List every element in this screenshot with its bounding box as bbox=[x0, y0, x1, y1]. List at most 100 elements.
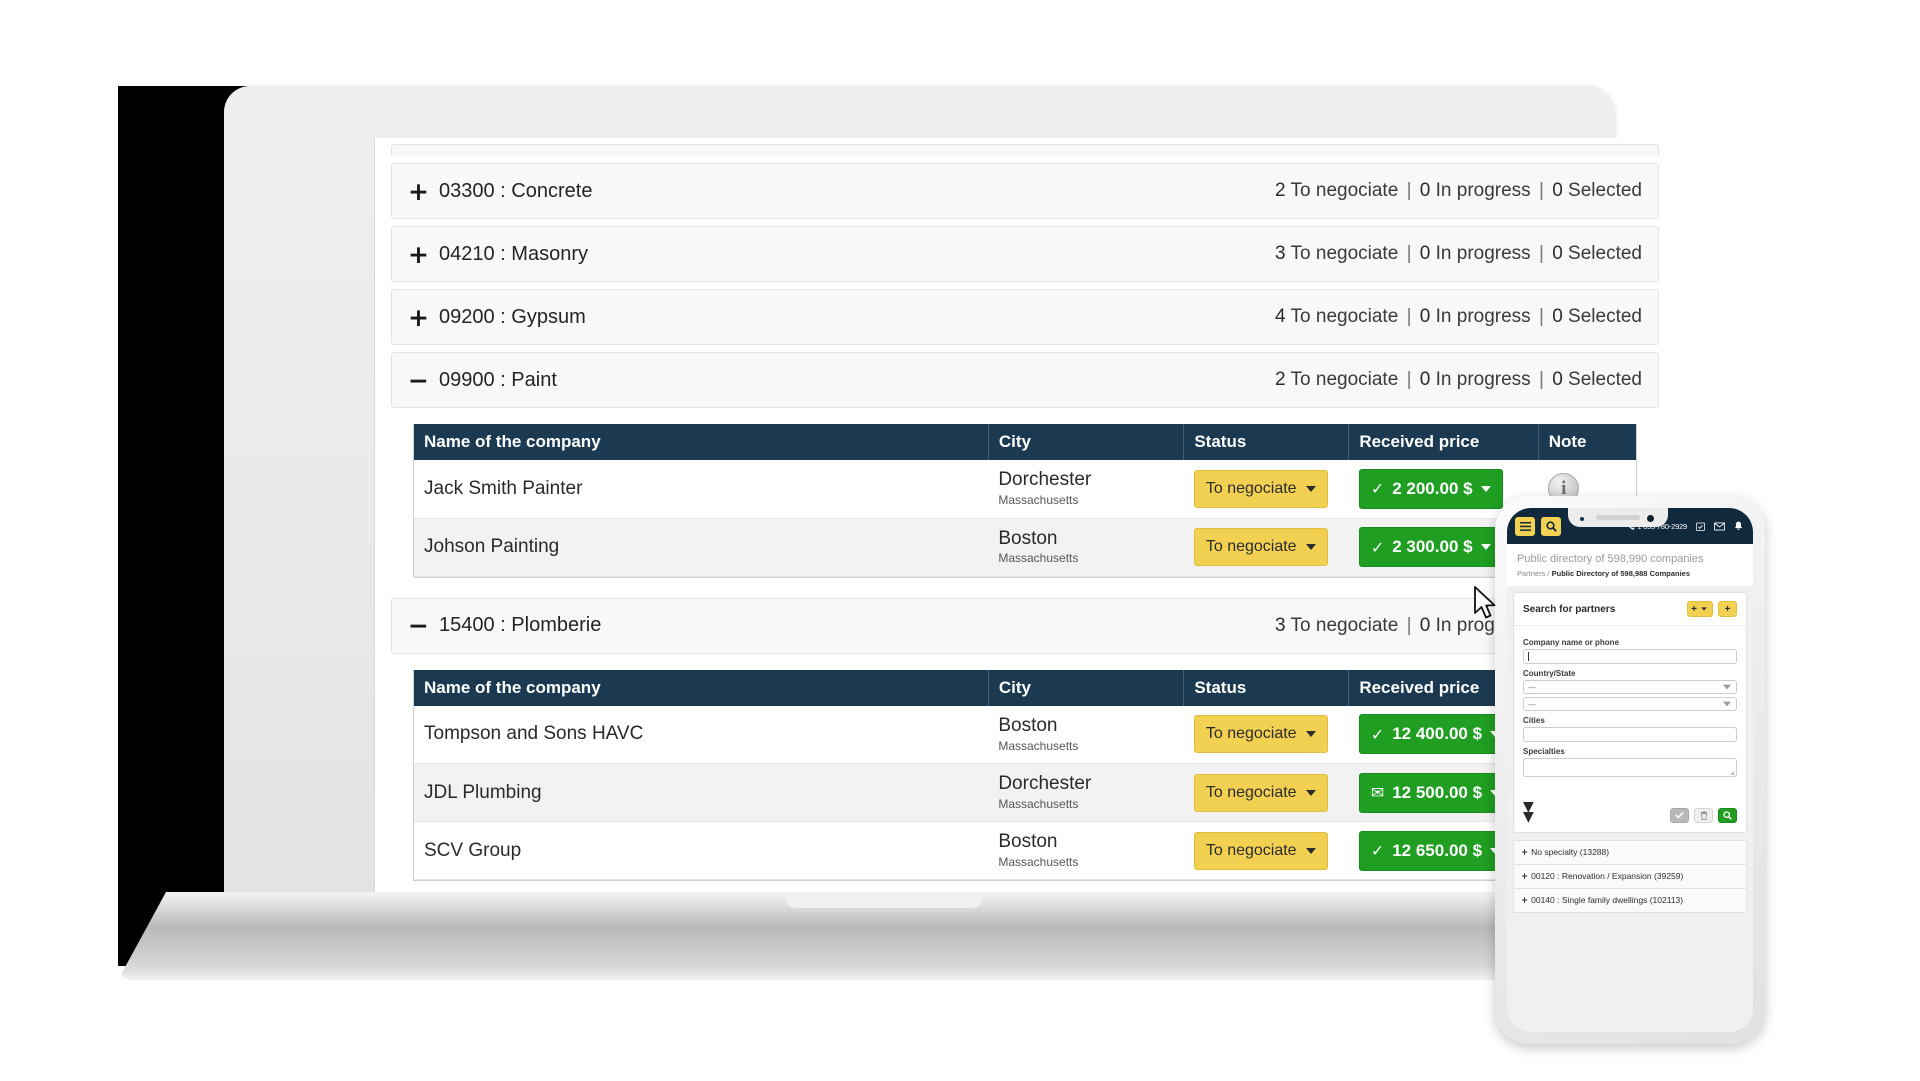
table-row[interactable]: Johson Painting Boston Massachusetts To … bbox=[414, 518, 1636, 577]
specialties-textarea[interactable] bbox=[1523, 758, 1737, 777]
group-left: + 03300 : Concrete bbox=[408, 179, 592, 204]
check-icon: ✓ bbox=[1370, 724, 1385, 744]
confirm-button[interactable] bbox=[1670, 807, 1689, 823]
cities-input[interactable] bbox=[1523, 727, 1737, 742]
search-button[interactable] bbox=[1718, 807, 1737, 823]
breadcrumb-root[interactable]: Partners / bbox=[1517, 569, 1552, 578]
collapse-minus-icon[interactable]: − bbox=[408, 368, 429, 393]
stat-to-negotiate-label: To negociate bbox=[1290, 614, 1399, 636]
stat-separator: | bbox=[1538, 306, 1544, 327]
field-label-company: Company name or phone bbox=[1523, 638, 1620, 647]
calendar-icon[interactable] bbox=[1696, 522, 1705, 531]
status-dropdown-button[interactable]: To negociate bbox=[1193, 715, 1328, 754]
hamburger-icon[interactable] bbox=[1515, 516, 1535, 536]
stat-in-progress-count: 0 bbox=[1419, 243, 1431, 264]
price-dropdown-button[interactable]: ✓ 2 300.00 $ bbox=[1358, 527, 1503, 567]
cell-status: To negociate bbox=[1183, 705, 1349, 764]
group-row-gypsum[interactable]: + 09200 : Gypsum 4 To negociate | 0 In p… bbox=[391, 289, 1659, 345]
search-icon[interactable] bbox=[1541, 516, 1561, 536]
expand-plus-icon[interactable]: + bbox=[408, 242, 429, 267]
company-name-or-phone-input[interactable] bbox=[1523, 649, 1737, 664]
field-label-specialties: Specialties bbox=[1523, 747, 1565, 756]
city-state: Massachusetts bbox=[998, 854, 1079, 869]
city-name: Dorchester bbox=[998, 773, 1092, 795]
status-label: To negociate bbox=[1205, 538, 1297, 555]
col-city: City bbox=[988, 669, 1185, 706]
country-select-value: --- bbox=[1528, 682, 1536, 692]
group-title: 03300 : Concrete bbox=[439, 179, 593, 202]
laptop-screen: + 03300 : Concrete 2 To negociate | 0 In… bbox=[374, 138, 1674, 908]
table-header-row: Name of the company City Status Received… bbox=[414, 424, 1636, 460]
group-row-plomberie[interactable]: − 15400 : Plomberie 3 To negociate | 0 I… bbox=[391, 597, 1659, 654]
stat-separator: | bbox=[1538, 180, 1544, 201]
cell-status: To negociate bbox=[1183, 821, 1349, 880]
stat-selected-count: 0 bbox=[1552, 306, 1563, 327]
paint-partners-table-wrap: Name of the company City Status Received… bbox=[413, 424, 1637, 578]
cell-city: Dorchester Massachusetts bbox=[988, 763, 1184, 822]
stat-separator: | bbox=[1538, 369, 1544, 390]
chevron-double-down-icon[interactable]: ▼ ▼ bbox=[1523, 800, 1534, 824]
city-name: Dorchester bbox=[998, 469, 1092, 491]
state-select[interactable]: --- bbox=[1523, 697, 1737, 711]
list-item[interactable]: +00120 : Renovation / Expansion (39259) bbox=[1513, 863, 1747, 888]
stat-selected-label: Selected bbox=[1568, 243, 1642, 264]
price-label: 12 400.00 $ bbox=[1392, 724, 1483, 744]
group-row-paint[interactable]: − 09900 : Paint 2 To negociate | 0 In pr… bbox=[391, 352, 1659, 408]
city-state: Massachusetts bbox=[998, 493, 1079, 508]
group-row-concrete[interactable]: + 03300 : Concrete 2 To negociate | 0 In… bbox=[391, 163, 1659, 219]
chevron-down-icon bbox=[1305, 731, 1316, 738]
action-buttons bbox=[1670, 807, 1737, 823]
list-item[interactable]: + No specialty (13288) bbox=[1513, 839, 1747, 864]
col-city: City bbox=[988, 424, 1185, 460]
status-dropdown-button[interactable]: To negociate bbox=[1193, 831, 1328, 870]
phone-sensor-dot bbox=[1580, 517, 1584, 521]
price-dropdown-button[interactable]: ✉ 12 500.00 $ bbox=[1358, 772, 1513, 813]
partners-app: + 03300 : Concrete 2 To negociate | 0 In… bbox=[375, 138, 1674, 908]
group-title: 04210 : Masonry bbox=[439, 242, 588, 265]
mail-icon[interactable] bbox=[1714, 522, 1725, 531]
col-note: Note bbox=[1538, 424, 1636, 460]
table-row[interactable]: JDL Plumbing Dorchester Massachusetts To… bbox=[414, 763, 1636, 822]
stat-selected-label: Selected bbox=[1568, 369, 1642, 390]
status-dropdown-button[interactable]: To negociate bbox=[1193, 528, 1328, 566]
expand-plus-icon[interactable]: + bbox=[408, 179, 429, 204]
price-dropdown-button[interactable]: ✓ 12 650.00 $ bbox=[1358, 830, 1513, 871]
list-item[interactable]: +00140 : Single family dwellings (102113… bbox=[1513, 887, 1747, 913]
bell-icon[interactable] bbox=[1734, 521, 1743, 531]
stat-selected-count: 0 bbox=[1552, 369, 1563, 390]
country-select[interactable]: --- bbox=[1523, 680, 1737, 694]
stat-selected-label: Selected bbox=[1568, 306, 1642, 327]
expand-plus-icon[interactable]: + bbox=[1521, 896, 1528, 906]
expand-plus-icon[interactable]: + bbox=[1521, 848, 1528, 858]
specialty-list: + No specialty (13288) +00120 : Renovatio… bbox=[1513, 839, 1747, 913]
add-dropdown-button[interactable]: + bbox=[1687, 601, 1713, 617]
stat-selected-count: 0 bbox=[1552, 243, 1563, 264]
price-dropdown-button[interactable]: ✓ 12 400.00 $ bbox=[1358, 714, 1513, 755]
stat-to-negotiate-label: To negociate bbox=[1290, 180, 1399, 201]
status-dropdown-button[interactable]: To negociate bbox=[1193, 773, 1328, 812]
group-left: − 09900 : Paint bbox=[408, 368, 557, 393]
paint-partners-table: Name of the company City Status Received… bbox=[414, 424, 1636, 577]
table-row[interactable]: Jack Smith Painter Dorchester Massachuse… bbox=[414, 460, 1636, 519]
search-glyph bbox=[1545, 520, 1557, 532]
collapse-minus-icon[interactable]: − bbox=[408, 613, 429, 638]
check-icon bbox=[1675, 811, 1684, 819]
app-scroll-area[interactable]: + 03300 : Concrete 2 To negociate | 0 In… bbox=[381, 138, 1669, 908]
status-dropdown-button[interactable]: To negociate bbox=[1193, 469, 1328, 508]
stat-separator: | bbox=[1406, 306, 1412, 327]
stat-in-progress-count: 0 bbox=[1419, 614, 1431, 636]
chevron-down-icon bbox=[1305, 485, 1316, 492]
price-dropdown-button[interactable]: ✓ 2 200.00 $ bbox=[1358, 468, 1503, 509]
delete-button[interactable] bbox=[1694, 807, 1713, 823]
expand-plus-icon[interactable]: + bbox=[408, 305, 429, 330]
stat-separator: | bbox=[1538, 243, 1544, 264]
table-row[interactable]: Tompson and Sons HAVC Boston Massachuset… bbox=[414, 705, 1636, 764]
expand-plus-icon[interactable]: + bbox=[1521, 872, 1528, 882]
stat-in-progress-label: In progress bbox=[1435, 369, 1531, 390]
add-button[interactable]: + bbox=[1718, 601, 1737, 617]
laptop-lid: + 03300 : Concrete 2 To negociate | 0 In… bbox=[224, 86, 1674, 916]
search-card-body: Company name or phone Country/State --- … bbox=[1514, 626, 1746, 832]
table-row[interactable]: SCV Group Boston Massachusetts To negoci… bbox=[414, 821, 1636, 880]
group-row-masonry[interactable]: + 04210 : Masonry 3 To negociate | 0 In … bbox=[391, 226, 1659, 282]
price-label: 12 650.00 $ bbox=[1392, 840, 1483, 860]
